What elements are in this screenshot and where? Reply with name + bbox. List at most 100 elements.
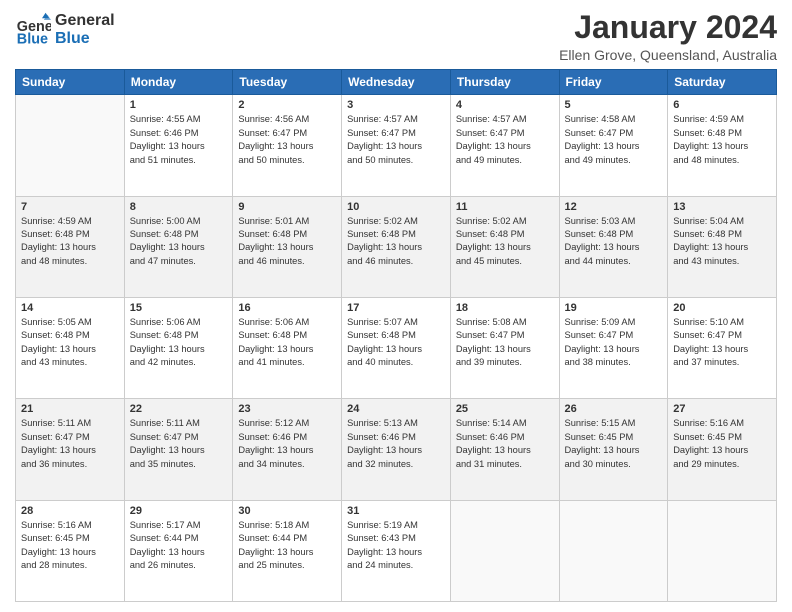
calendar-day-cell xyxy=(668,500,777,601)
day-info: Sunrise: 5:10 AMSunset: 6:47 PMDaylight:… xyxy=(673,316,771,370)
day-number: 16 xyxy=(238,302,336,314)
calendar-weekday-header: Friday xyxy=(559,70,668,95)
calendar-day-cell: 21 Sunrise: 5:11 AMSunset: 6:47 PMDayligh… xyxy=(16,399,125,500)
day-number: 11 xyxy=(456,201,554,213)
header: General Blue General Blue January 2024 E… xyxy=(15,10,777,63)
day-info: Sunrise: 5:04 AMSunset: 6:48 PMDaylight:… xyxy=(673,215,771,269)
logo-line1: General xyxy=(55,12,115,30)
day-info: Sunrise: 4:59 AMSunset: 6:48 PMDaylight:… xyxy=(21,215,119,269)
calendar-day-cell: 19Sunrise: 5:09 AMSunset: 6:47 PMDayligh… xyxy=(559,297,668,398)
day-number: 3 xyxy=(347,99,445,111)
calendar-weekday-header: Thursday xyxy=(450,70,559,95)
day-number: 5 xyxy=(565,99,663,111)
day-number: 22 xyxy=(130,403,228,415)
day-number: 18 xyxy=(456,302,554,314)
day-number: 21 xyxy=(21,403,119,415)
day-info: Sunrise: 4:57 AMSunset: 6:47 PMDaylight:… xyxy=(347,113,445,167)
page-title: January 2024 xyxy=(559,10,777,45)
day-info: Sunrise: 5:16 AMSunset: 6:45 PMDaylight:… xyxy=(21,519,119,573)
calendar-day-cell xyxy=(16,95,125,196)
day-number: 30 xyxy=(238,505,336,517)
calendar-day-cell: 15 Sunrise: 5:06 AMSunset: 6:48 PMDayligh… xyxy=(124,297,233,398)
calendar-day-cell: 3 Sunrise: 4:57 AMSunset: 6:47 PMDaylight… xyxy=(342,95,451,196)
day-info: Sunrise: 5:02 AMSunset: 6:48 PMDaylight:… xyxy=(456,215,554,269)
day-info: Sunrise: 5:00 AMSunset: 6:48 PMDaylight:… xyxy=(130,215,228,269)
calendar-weekday-header: Tuesday xyxy=(233,70,342,95)
day-number: 10 xyxy=(347,201,445,213)
day-info: Sunrise: 4:59 AMSunset: 6:48 PMDaylight:… xyxy=(673,113,771,167)
calendar-day-cell: 16 Sunrise: 5:06 AMSunset: 6:48 PMDayligh… xyxy=(233,297,342,398)
calendar-day-cell: 6Sunrise: 4:59 AMSunset: 6:48 PMDaylight… xyxy=(668,95,777,196)
calendar-weekday-header: Sunday xyxy=(16,70,125,95)
day-info: Sunrise: 5:08 AMSunset: 6:47 PMDaylight:… xyxy=(456,316,554,370)
day-number: 14 xyxy=(21,302,119,314)
day-number: 25 xyxy=(456,403,554,415)
calendar-day-cell: 23 Sunrise: 5:12 AMSunset: 6:46 PMDayligh… xyxy=(233,399,342,500)
calendar-day-cell: 11 Sunrise: 5:02 AMSunset: 6:48 PMDayligh… xyxy=(450,196,559,297)
day-info: Sunrise: 5:03 AMSunset: 6:48 PMDaylight:… xyxy=(565,215,663,269)
day-info: Sunrise: 4:55 AMSunset: 6:46 PMDaylight:… xyxy=(130,113,228,167)
calendar-day-cell: 28Sunrise: 5:16 AMSunset: 6:45 PMDayligh… xyxy=(16,500,125,601)
logo: General Blue General Blue xyxy=(15,10,115,47)
calendar-week-row: 7 Sunrise: 4:59 AMSunset: 6:48 PMDaylight… xyxy=(16,196,777,297)
day-number: 19 xyxy=(565,302,663,314)
day-number: 31 xyxy=(347,505,445,517)
calendar-week-row: 28Sunrise: 5:16 AMSunset: 6:45 PMDayligh… xyxy=(16,500,777,601)
day-number: 4 xyxy=(456,99,554,111)
calendar-weekday-header: Wednesday xyxy=(342,70,451,95)
calendar-day-cell: 20 Sunrise: 5:10 AMSunset: 6:47 PMDayligh… xyxy=(668,297,777,398)
day-number: 12 xyxy=(565,201,663,213)
calendar-day-cell: 25 Sunrise: 5:14 AMSunset: 6:46 PMDayligh… xyxy=(450,399,559,500)
day-number: 1 xyxy=(130,99,228,111)
calendar-day-cell: 29 Sunrise: 5:17 AMSunset: 6:44 PMDayligh… xyxy=(124,500,233,601)
calendar-week-row: 1 Sunrise: 4:55 AMSunset: 6:46 PMDaylight… xyxy=(16,95,777,196)
day-number: 23 xyxy=(238,403,336,415)
day-info: Sunrise: 5:01 AMSunset: 6:48 PMDaylight:… xyxy=(238,215,336,269)
calendar-day-cell: 1 Sunrise: 4:55 AMSunset: 6:46 PMDaylight… xyxy=(124,95,233,196)
calendar-day-cell: 18 Sunrise: 5:08 AMSunset: 6:47 PMDayligh… xyxy=(450,297,559,398)
day-info: Sunrise: 4:57 AMSunset: 6:47 PMDaylight:… xyxy=(456,113,554,167)
day-info: Sunrise: 5:12 AMSunset: 6:46 PMDaylight:… xyxy=(238,417,336,471)
calendar-weekday-header: Monday xyxy=(124,70,233,95)
calendar-header-row: SundayMondayTuesdayWednesdayThursdayFrid… xyxy=(16,70,777,95)
day-number: 27 xyxy=(673,403,771,415)
calendar-day-cell: 8 Sunrise: 5:00 AMSunset: 6:48 PMDaylight… xyxy=(124,196,233,297)
day-number: 17 xyxy=(347,302,445,314)
page-subtitle: Ellen Grove, Queensland, Australia xyxy=(559,47,777,63)
day-info: Sunrise: 5:19 AMSunset: 6:43 PMDaylight:… xyxy=(347,519,445,573)
calendar-day-cell xyxy=(450,500,559,601)
day-number: 2 xyxy=(238,99,336,111)
day-number: 20 xyxy=(673,302,771,314)
calendar-day-cell: 14Sunrise: 5:05 AMSunset: 6:48 PMDayligh… xyxy=(16,297,125,398)
day-info: Sunrise: 5:14 AMSunset: 6:46 PMDaylight:… xyxy=(456,417,554,471)
logo-icon: General Blue xyxy=(15,11,51,47)
calendar-day-cell: 9Sunrise: 5:01 AMSunset: 6:48 PMDaylight… xyxy=(233,196,342,297)
calendar-day-cell: 2 Sunrise: 4:56 AMSunset: 6:47 PMDaylight… xyxy=(233,95,342,196)
day-info: Sunrise: 5:11 AMSunset: 6:47 PMDaylight:… xyxy=(130,417,228,471)
calendar-day-cell: 13Sunrise: 5:04 AMSunset: 6:48 PMDayligh… xyxy=(668,196,777,297)
day-info: Sunrise: 5:07 AMSunset: 6:48 PMDaylight:… xyxy=(347,316,445,370)
day-info: Sunrise: 5:11 AMSunset: 6:47 PMDaylight:… xyxy=(21,417,119,471)
calendar-day-cell: 26 Sunrise: 5:15 AMSunset: 6:45 PMDayligh… xyxy=(559,399,668,500)
calendar-table: SundayMondayTuesdayWednesdayThursdayFrid… xyxy=(15,69,777,602)
calendar-day-cell: 30Sunrise: 5:18 AMSunset: 6:44 PMDayligh… xyxy=(233,500,342,601)
calendar-day-cell: 22 Sunrise: 5:11 AMSunset: 6:47 PMDayligh… xyxy=(124,399,233,500)
day-number: 26 xyxy=(565,403,663,415)
day-number: 29 xyxy=(130,505,228,517)
day-info: Sunrise: 5:15 AMSunset: 6:45 PMDaylight:… xyxy=(565,417,663,471)
calendar-day-cell: 4 Sunrise: 4:57 AMSunset: 6:47 PMDaylight… xyxy=(450,95,559,196)
page: General Blue General Blue January 2024 E… xyxy=(0,0,792,612)
day-info: Sunrise: 5:06 AMSunset: 6:48 PMDaylight:… xyxy=(130,316,228,370)
calendar-day-cell: 12 Sunrise: 5:03 AMSunset: 6:48 PMDayligh… xyxy=(559,196,668,297)
day-info: Sunrise: 5:06 AMSunset: 6:48 PMDaylight:… xyxy=(238,316,336,370)
day-info: Sunrise: 5:17 AMSunset: 6:44 PMDaylight:… xyxy=(130,519,228,573)
calendar-day-cell: 17 Sunrise: 5:07 AMSunset: 6:48 PMDayligh… xyxy=(342,297,451,398)
day-number: 7 xyxy=(21,201,119,213)
day-number: 15 xyxy=(130,302,228,314)
day-info: Sunrise: 4:56 AMSunset: 6:47 PMDaylight:… xyxy=(238,113,336,167)
day-info: Sunrise: 5:16 AMSunset: 6:45 PMDaylight:… xyxy=(673,417,771,471)
day-number: 8 xyxy=(130,201,228,213)
day-info: Sunrise: 5:02 AMSunset: 6:48 PMDaylight:… xyxy=(347,215,445,269)
calendar-day-cell: 24Sunrise: 5:13 AMSunset: 6:46 PMDayligh… xyxy=(342,399,451,500)
title-block: January 2024 Ellen Grove, Queensland, Au… xyxy=(559,10,777,63)
